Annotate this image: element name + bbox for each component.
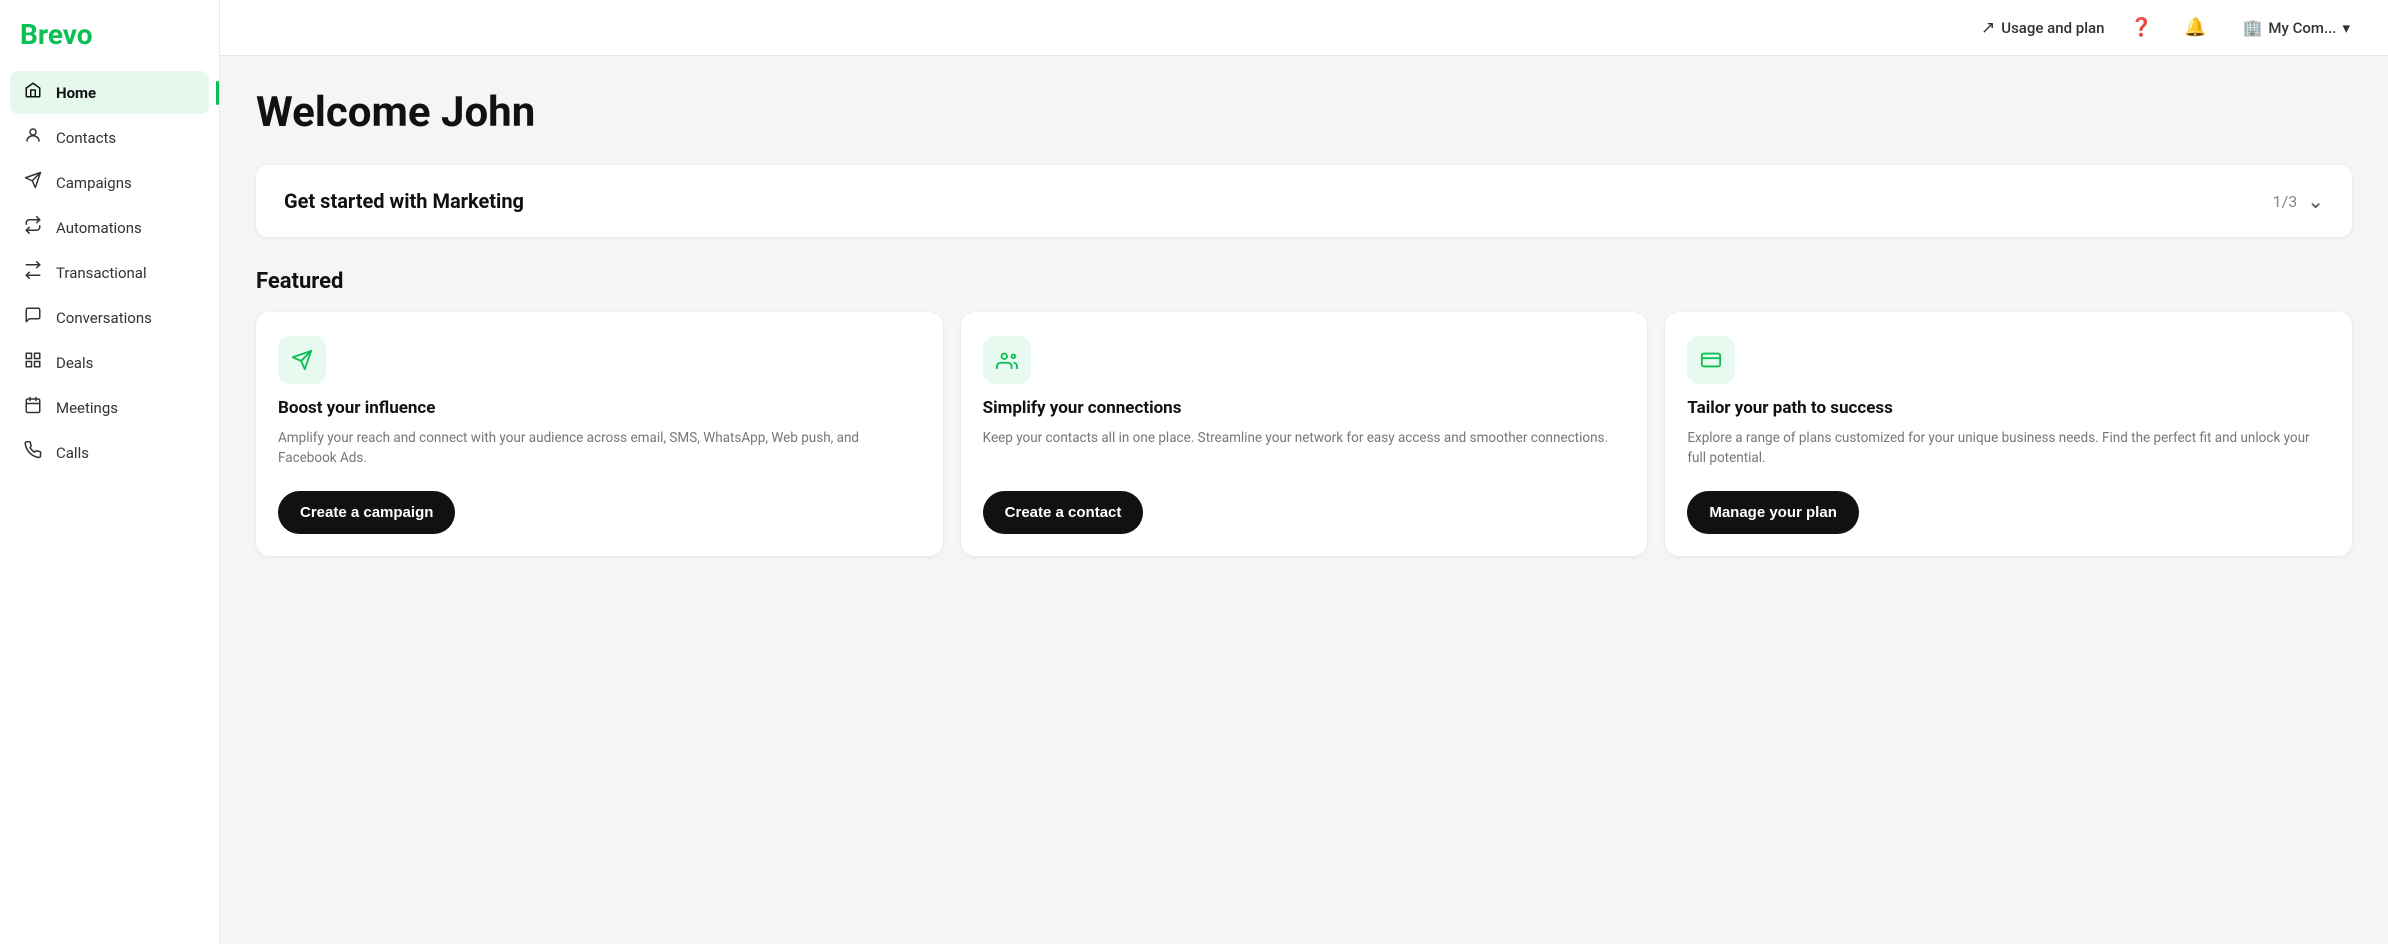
featured-section-title: Featured — [256, 269, 2352, 294]
sidebar-link-contacts[interactable]: Contacts — [10, 116, 209, 159]
sidebar-item-automations[interactable]: Automations — [10, 206, 209, 249]
deals-icon — [22, 351, 44, 374]
feature-card-icon-2 — [1687, 336, 1735, 384]
company-name: My Com... — [2268, 19, 2336, 37]
sidebar-label-home: Home — [56, 84, 96, 102]
feature-card-title-1: Simplify your connections — [983, 398, 1626, 418]
sidebar-item-meetings[interactable]: Meetings — [10, 386, 209, 429]
feature-card-btn-2[interactable]: Manage your plan — [1687, 491, 1859, 534]
automations-icon — [22, 216, 44, 239]
sidebar-label-automations: Automations — [56, 219, 142, 237]
help-icon: ❓ — [2130, 17, 2152, 38]
feature-card-btn-1[interactable]: Create a contact — [983, 491, 1144, 534]
company-chevron-icon: ▾ — [2342, 19, 2350, 37]
sidebar-link-meetings[interactable]: Meetings — [10, 386, 209, 429]
sidebar-label-meetings: Meetings — [56, 399, 118, 417]
sidebar-link-deals[interactable]: Deals — [10, 341, 209, 384]
bell-icon: 🔔 — [2184, 17, 2206, 38]
feature-card-desc-0: Amplify your reach and connect with your… — [278, 428, 921, 469]
feature-card-title-2: Tailor your path to success — [1687, 398, 2330, 418]
sidebar-link-campaigns[interactable]: Campaigns — [10, 161, 209, 204]
contacts-icon — [22, 126, 44, 149]
feature-card-0: Boost your influence Amplify your reach … — [256, 312, 943, 556]
sidebar-label-conversations: Conversations — [56, 309, 152, 327]
sidebar-label-calls: Calls — [56, 444, 89, 462]
page-title: Welcome John — [256, 88, 2352, 137]
sidebar-link-calls[interactable]: Calls — [10, 431, 209, 474]
featured-section: Featured Boost your influence Amplify yo… — [256, 269, 2352, 556]
top-header: ↗ Usage and plan ❓ 🔔 🏢 My Com... ▾ — [220, 0, 2388, 56]
conversations-icon — [22, 306, 44, 329]
feature-card-title-0: Boost your influence — [278, 398, 921, 418]
sidebar-item-transactional[interactable]: Transactional — [10, 251, 209, 294]
usage-plan-link[interactable]: ↗ Usage and plan — [1981, 18, 2104, 38]
feature-card-desc-1: Keep your contacts all in one place. Str… — [983, 428, 1626, 469]
feature-card-1: Simplify your connections Keep your cont… — [961, 312, 1648, 556]
page-body: Welcome John Get started with Marketing … — [220, 56, 2388, 944]
sidebar-label-transactional: Transactional — [56, 264, 147, 282]
get-started-progress: 1/3 — [2273, 192, 2298, 211]
sidebar-item-calls[interactable]: Calls — [10, 431, 209, 474]
sidebar-link-conversations[interactable]: Conversations — [10, 296, 209, 339]
sidebar-nav: Home Contacts Campaigns Automations Tran… — [0, 65, 219, 482]
sidebar-label-campaigns: Campaigns — [56, 174, 132, 192]
feature-card-icon-0 — [278, 336, 326, 384]
sidebar-link-automations[interactable]: Automations — [10, 206, 209, 249]
company-switcher[interactable]: 🏢 My Com... ▾ — [2232, 12, 2360, 43]
feature-card-btn-0[interactable]: Create a campaign — [278, 491, 455, 534]
brand-logo: Brevo — [20, 18, 93, 51]
get-started-card[interactable]: Get started with Marketing 1/3 ⌄ — [256, 165, 2352, 237]
calls-icon — [22, 441, 44, 464]
sidebar: Brevo Home Contacts Campaigns Automation… — [0, 0, 220, 944]
get-started-chevron-icon[interactable]: ⌄ — [2307, 189, 2324, 213]
sidebar-label-deals: Deals — [56, 354, 93, 372]
main-content: ↗ Usage and plan ❓ 🔔 🏢 My Com... ▾ Welco… — [220, 0, 2388, 944]
sidebar-item-deals[interactable]: Deals — [10, 341, 209, 384]
sidebar-item-home[interactable]: Home — [10, 71, 209, 114]
usage-icon: ↗ — [1981, 18, 1995, 38]
sidebar-item-contacts[interactable]: Contacts — [10, 116, 209, 159]
campaigns-icon — [22, 171, 44, 194]
feature-card-desc-2: Explore a range of plans customized for … — [1687, 428, 2330, 469]
help-button[interactable]: ❓ — [2124, 11, 2158, 45]
feature-card-icon-1 — [983, 336, 1031, 384]
sidebar-item-campaigns[interactable]: Campaigns — [10, 161, 209, 204]
get-started-right: 1/3 ⌄ — [2273, 189, 2324, 213]
sidebar-item-conversations[interactable]: Conversations — [10, 296, 209, 339]
company-icon: 🏢 — [2242, 18, 2262, 37]
featured-cards: Boost your influence Amplify your reach … — [256, 312, 2352, 556]
sidebar-logo: Brevo — [0, 0, 219, 65]
home-icon — [22, 81, 44, 104]
notifications-button[interactable]: 🔔 — [2178, 11, 2212, 45]
sidebar-link-home[interactable]: Home — [10, 71, 209, 114]
meetings-icon — [22, 396, 44, 419]
feature-card-2: Tailor your path to success Explore a ra… — [1665, 312, 2352, 556]
usage-plan-label: Usage and plan — [2001, 19, 2104, 37]
get-started-title: Get started with Marketing — [284, 189, 524, 213]
sidebar-link-transactional[interactable]: Transactional — [10, 251, 209, 294]
sidebar-label-contacts: Contacts — [56, 129, 116, 147]
transactional-icon — [22, 261, 44, 284]
